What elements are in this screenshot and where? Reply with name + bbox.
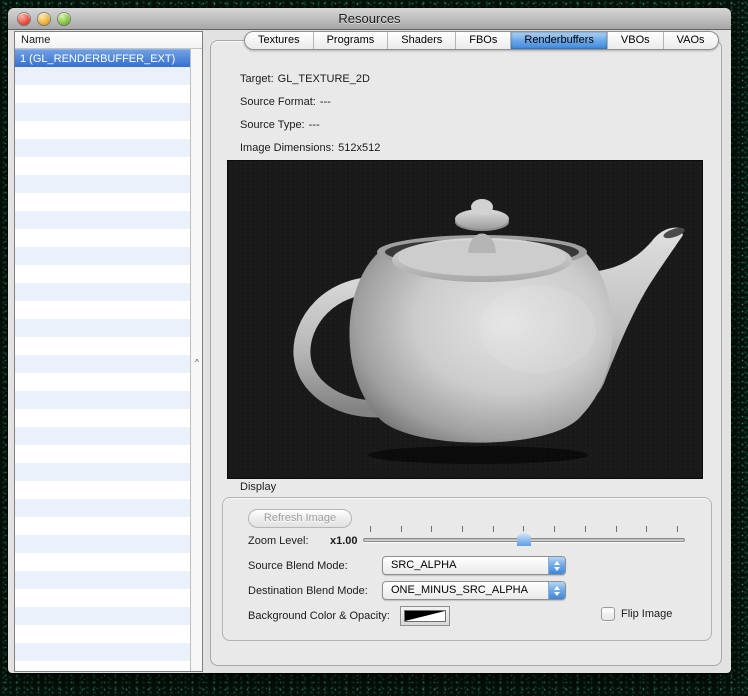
texture-preview-viewport	[228, 161, 702, 478]
source-format-label: Source Format:	[240, 96, 316, 108]
window-title: Resources	[8, 11, 731, 26]
source-type-value: ---	[309, 119, 320, 131]
tab-textures[interactable]: Textures	[245, 32, 313, 49]
list-scrollbar[interactable]: ^	[190, 49, 202, 671]
utah-teapot-image	[228, 161, 702, 478]
zoom-level-label: Zoom Level:	[248, 535, 309, 547]
resource-type-tabs: Textures Programs Shaders FBOs Renderbuf…	[244, 31, 719, 50]
list-header-name[interactable]: Name	[15, 32, 202, 49]
source-blend-popup[interactable]: SRC_ALPHA	[382, 556, 566, 575]
popup-arrows-icon	[548, 582, 565, 599]
tab-renderbuffers[interactable]: Renderbuffers	[510, 32, 607, 49]
flip-image-checkbox[interactable]	[601, 607, 615, 621]
target-label: Target:	[240, 73, 274, 85]
display-group-label: Display	[240, 481, 276, 493]
list-item-renderbuffer[interactable]: 1 (GL_RENDERBUFFER_EXT)	[15, 49, 190, 67]
popup-arrows-icon	[548, 557, 565, 574]
tab-vbos[interactable]: VBOs	[607, 32, 663, 49]
titlebar[interactable]: Resources	[8, 8, 731, 30]
tab-vaos[interactable]: VAOs	[663, 32, 718, 49]
image-dimensions-row: Image Dimensions: 512x512	[240, 142, 380, 154]
resources-window: Resources Name 1 (GL_RENDERBUFFER_EXT) ^…	[8, 8, 731, 673]
slider-thumb[interactable]	[517, 531, 531, 546]
source-type-label: Source Type:	[240, 119, 305, 131]
target-row: Target: GL_TEXTURE_2D	[240, 73, 370, 85]
source-blend-label: Source Blend Mode:	[248, 560, 348, 572]
flip-image-label: Flip Image	[621, 608, 672, 620]
source-format-value: ---	[320, 96, 331, 108]
list-body[interactable]: 1 (GL_RENDERBUFFER_EXT)	[15, 49, 190, 671]
image-dimensions-value: 512x512	[338, 142, 380, 154]
tab-programs[interactable]: Programs	[313, 32, 388, 49]
destination-blend-popup[interactable]: ONE_MINUS_SRC_ALPHA	[382, 581, 566, 600]
refresh-image-button[interactable]: Refresh Image	[248, 509, 352, 528]
source-blend-selected-value: SRC_ALPHA	[383, 557, 548, 574]
color-opacity-swatch	[404, 610, 446, 622]
zoom-slider[interactable]	[363, 526, 685, 547]
resource-list: Name 1 (GL_RENDERBUFFER_EXT) ^	[14, 31, 203, 672]
opacity-wedge-icon	[405, 611, 445, 621]
image-dimensions-label: Image Dimensions:	[240, 142, 334, 154]
source-format-row: Source Format: ---	[240, 96, 331, 108]
scroll-grip-icon[interactable]: ^	[192, 359, 202, 367]
background-color-label: Background Color & Opacity:	[248, 610, 390, 622]
destination-blend-selected-value: ONE_MINUS_SRC_ALPHA	[383, 582, 548, 599]
destination-blend-label: Destination Blend Mode:	[248, 585, 368, 597]
background-color-well[interactable]	[400, 606, 450, 626]
zoom-level-value: x1.00	[330, 535, 358, 547]
target-value: GL_TEXTURE_2D	[278, 73, 370, 85]
tab-shaders[interactable]: Shaders	[387, 32, 455, 49]
source-type-row: Source Type: ---	[240, 119, 320, 131]
tab-fbos[interactable]: FBOs	[455, 32, 510, 49]
